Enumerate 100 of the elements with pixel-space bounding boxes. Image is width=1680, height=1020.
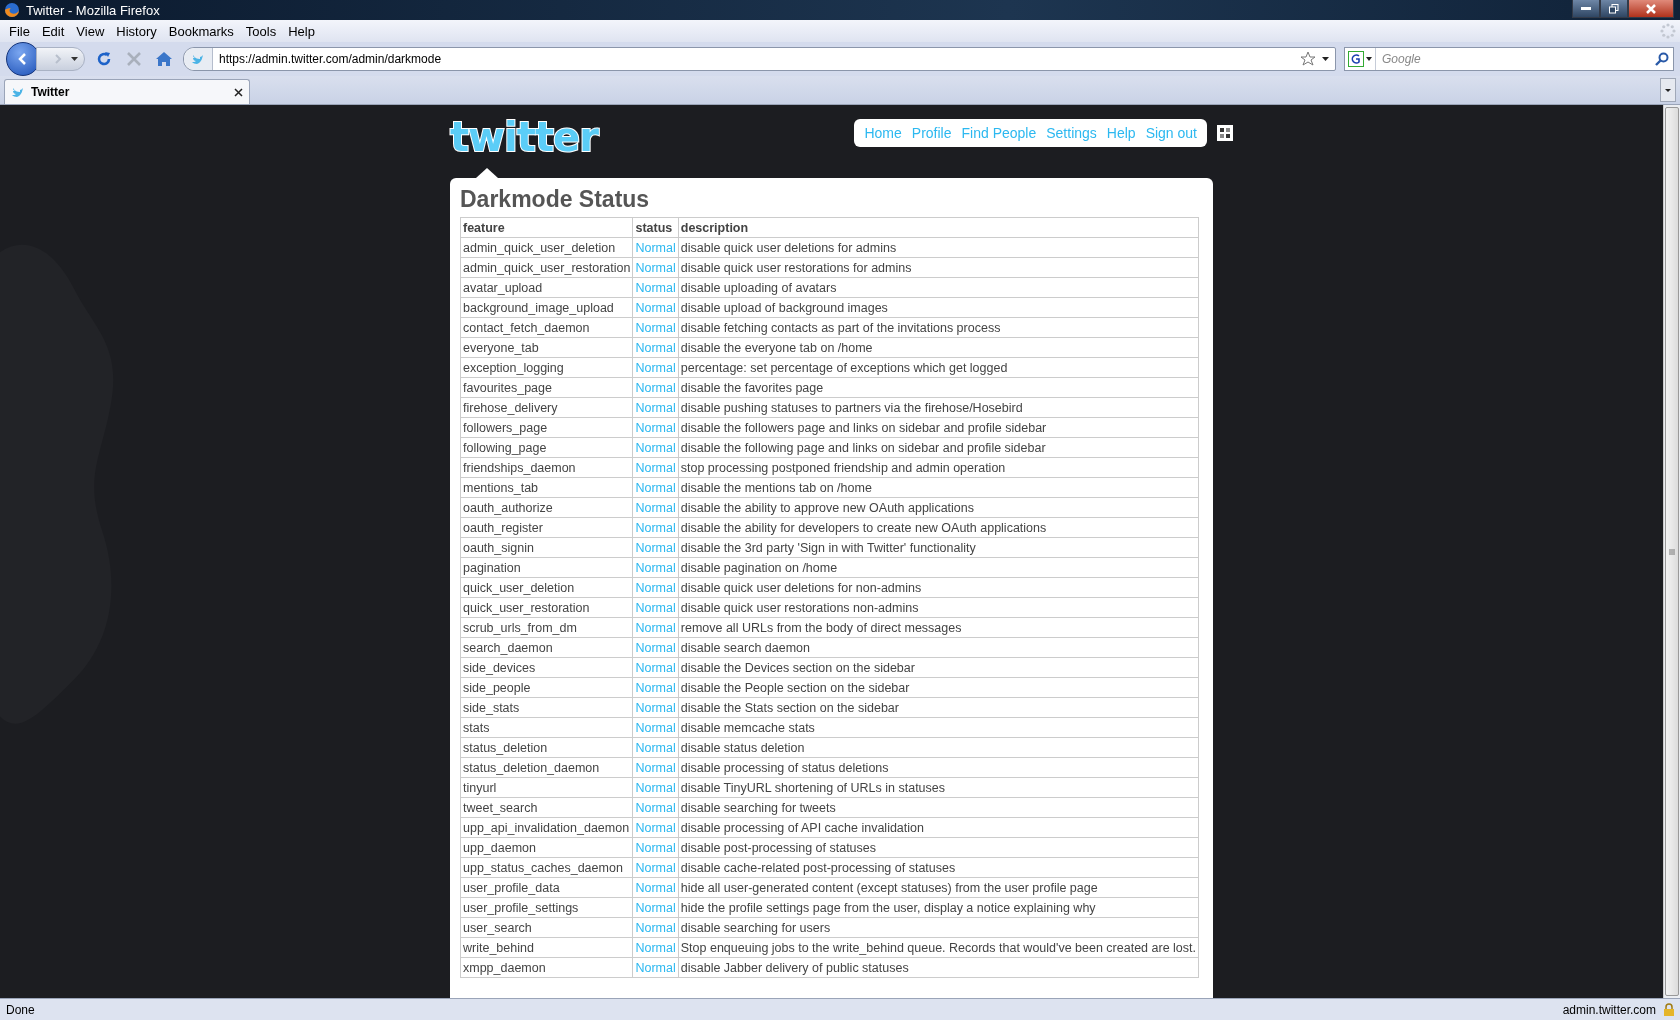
status-link[interactable]: Normal — [635, 840, 676, 855]
table-cell: disable searching for users — [678, 917, 1199, 938]
table-cell: disable quick user deletions for admins — [678, 237, 1199, 258]
status-link[interactable]: Normal — [635, 500, 676, 515]
table-cell: friendships_daemon — [460, 457, 633, 478]
status-link[interactable]: Normal — [635, 760, 676, 775]
history-dropdown-icon[interactable] — [71, 57, 78, 61]
status-link[interactable]: Normal — [635, 240, 676, 255]
restore-button[interactable] — [1600, 0, 1628, 18]
grid-icon[interactable] — [1217, 125, 1233, 141]
nav-link[interactable]: Sign out — [1145, 125, 1197, 141]
star-icon[interactable] — [1300, 51, 1316, 67]
status-link[interactable]: Normal — [635, 680, 676, 695]
search-icon[interactable] — [1655, 52, 1669, 66]
table-cell: disable the Stats section on the sidebar — [678, 697, 1199, 718]
nav-link[interactable]: Help — [1106, 125, 1136, 141]
search-bar[interactable]: Google — [1344, 47, 1674, 71]
nav-link[interactable]: Find People — [961, 125, 1037, 141]
status-link[interactable]: Normal — [635, 960, 676, 975]
status-link[interactable]: Normal — [635, 440, 676, 455]
twitter-logo[interactable]: twitter — [450, 117, 598, 157]
dropdown-icon[interactable] — [1366, 57, 1372, 61]
tab-list-icon[interactable] — [1660, 78, 1676, 102]
column-header: description — [678, 217, 1199, 238]
menu-item[interactable]: Tools — [240, 22, 282, 40]
status-link[interactable]: Normal — [635, 900, 676, 915]
menu-item[interactable]: View — [71, 22, 110, 40]
status-link[interactable]: Normal — [635, 800, 676, 815]
status-link[interactable]: Normal — [635, 280, 676, 295]
status-link[interactable]: Normal — [635, 580, 676, 595]
throbber-icon — [1660, 23, 1676, 39]
nav-link[interactable]: Home — [864, 125, 902, 141]
status-link[interactable]: Normal — [635, 940, 676, 955]
minimize-button[interactable] — [1572, 0, 1600, 18]
table-cell: oauth_signin — [460, 537, 633, 558]
status-link[interactable]: Normal — [635, 560, 676, 575]
minimize-icon — [1581, 7, 1591, 10]
table-cell: disable Jabber delivery of public statuses — [678, 957, 1199, 978]
table-cell: firehose_delivery — [460, 397, 633, 418]
table-cell: disable the following page and links on sidebar and profile sidebar — [678, 437, 1199, 458]
menu-item[interactable]: Help — [283, 22, 320, 40]
status-link[interactable]: Normal — [635, 540, 676, 555]
table-cell: admin_quick_user_deletion — [460, 237, 633, 258]
nav-link[interactable]: Profile — [911, 125, 952, 141]
url-text: https://admin.twitter.com/admin/darkmode — [219, 52, 443, 66]
table-cell: Stop enqueuing jobs to the write_behind queue. Records that would've been created are lost. — [678, 937, 1199, 958]
table-cell: tinyurl — [460, 777, 633, 798]
table-cell: disable pagination on /home — [678, 557, 1199, 578]
status-link[interactable]: Normal — [635, 600, 676, 615]
status-link[interactable]: Normal — [635, 740, 676, 755]
nav-link[interactable]: Settings — [1046, 125, 1097, 141]
status-link[interactable]: Normal — [635, 420, 676, 435]
status-link[interactable]: Normal — [635, 620, 676, 635]
status-link[interactable]: Normal — [635, 480, 676, 495]
table-cell: disable TinyURL shortening of URLs in statuses — [678, 777, 1199, 798]
status-link[interactable]: Normal — [635, 720, 676, 735]
table-cell: exception_logging — [460, 357, 633, 378]
menu-item[interactable]: Bookmarks — [163, 22, 239, 40]
table-cell: disable searching for tweets — [678, 797, 1199, 818]
table-cell: oauth_register — [460, 517, 633, 538]
status-link[interactable]: Normal — [635, 880, 676, 895]
status-link[interactable]: Normal — [635, 360, 676, 375]
status-link[interactable]: Normal — [635, 640, 676, 655]
menu-item[interactable]: History — [111, 22, 162, 40]
table-cell: disable pushing statuses to partners via the firehose/Hosebird — [678, 397, 1199, 418]
search-engine-icon[interactable] — [1348, 51, 1364, 67]
status-link[interactable]: Normal — [635, 520, 676, 535]
table-cell: disable the everyone tab on /home — [678, 337, 1199, 358]
menu-item[interactable]: File — [4, 22, 35, 40]
status-link[interactable]: Normal — [635, 700, 676, 715]
table-cell: disable processing of status deletions — [678, 757, 1199, 778]
status-link[interactable]: Normal — [635, 340, 676, 355]
status-host: admin.twitter.com — [1562, 1002, 1656, 1017]
url-field[interactable]: https://admin.twitter.com/admin/darkmode — [183, 47, 1336, 71]
status-link[interactable]: Normal — [635, 660, 676, 675]
table-cell: disable the Devices section on the sidebar — [678, 657, 1199, 678]
page-title: Darkmode Status — [460, 186, 651, 213]
status-link[interactable]: Normal — [635, 460, 676, 475]
status-link[interactable]: Normal — [635, 780, 676, 795]
table-cell: side_stats — [460, 697, 633, 718]
status-link[interactable]: Normal — [635, 920, 676, 935]
status-link[interactable]: Normal — [635, 300, 676, 315]
status-link[interactable]: Normal — [635, 380, 676, 395]
column-header: feature — [460, 217, 633, 238]
status-link[interactable]: Normal — [635, 820, 676, 835]
table-cell: disable processing of API cache invalidation — [678, 817, 1199, 838]
status-link[interactable]: Normal — [635, 400, 676, 415]
table-cell: favourites_page — [460, 377, 633, 398]
restore-icon — [1609, 3, 1619, 14]
menu-item[interactable]: Edit — [36, 22, 70, 40]
table-cell: side_devices — [460, 657, 633, 678]
table-cell: write_behind — [460, 937, 633, 958]
status-link[interactable]: Normal — [635, 320, 676, 335]
close-tab-icon[interactable] — [234, 87, 243, 97]
close-button[interactable] — [1628, 0, 1674, 18]
browser-tab[interactable]: Twitter — [4, 79, 250, 104]
table-cell: user_search — [460, 917, 633, 938]
dropdown-icon[interactable] — [1322, 57, 1329, 61]
status-link[interactable]: Normal — [635, 260, 676, 275]
status-link[interactable]: Normal — [635, 860, 676, 875]
